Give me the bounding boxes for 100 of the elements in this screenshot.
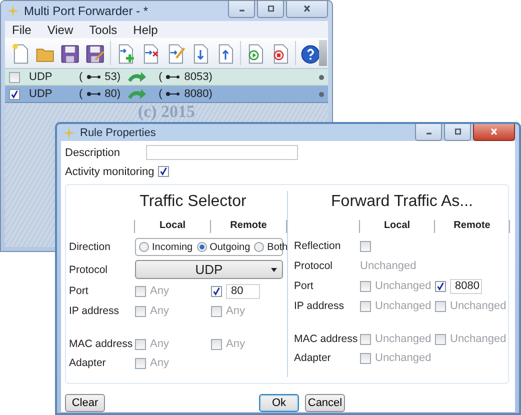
option-label: Any <box>150 305 169 317</box>
checkbox[interactable] <box>435 280 446 292</box>
checkbox[interactable] <box>135 358 146 368</box>
checkbox[interactable] <box>211 306 222 316</box>
checkbox[interactable] <box>435 334 446 344</box>
checkbox[interactable] <box>360 280 371 292</box>
rule-row[interactable]: UDP ( 80) ( 8080) <box>5 86 328 103</box>
option-label: Unchanged <box>375 300 432 312</box>
option-label: Unchanged <box>450 333 506 345</box>
menu-item[interactable]: Help <box>133 22 158 36</box>
dialog-button[interactable]: Ok <box>259 394 299 412</box>
port-field[interactable]: 8080 <box>450 278 482 294</box>
protocol-label: UDP <box>29 88 54 100</box>
row-label: Reflection <box>294 239 342 254</box>
section-title: Forward Traffic As... <box>330 192 474 212</box>
menu-item[interactable]: Tools <box>89 22 118 36</box>
forward-arrow-icon <box>126 88 147 100</box>
paren-text: ( <box>158 88 162 100</box>
row-label: Adapter <box>69 356 107 371</box>
dialog-title: Rule Properties <box>80 126 157 138</box>
checkbox[interactable] <box>360 300 371 312</box>
column-header: Local <box>134 220 211 232</box>
description-field[interactable] <box>146 145 298 160</box>
radio-option[interactable]: Incoming <box>139 242 193 252</box>
checkbox[interactable] <box>211 338 222 350</box>
status-dot <box>319 92 324 96</box>
row-label: Protocol <box>294 259 334 274</box>
maximize-button[interactable] <box>257 1 284 18</box>
rule-checkbox[interactable] <box>9 88 20 100</box>
new-document-icon[interactable] <box>10 42 31 64</box>
checkbox[interactable] <box>158 166 170 177</box>
status-dot <box>319 74 324 80</box>
checkbox[interactable] <box>135 286 146 296</box>
section-title: Traffic Selector <box>138 192 248 212</box>
option-label: Any <box>226 305 245 317</box>
port-label: 53) <box>104 71 121 83</box>
checkbox[interactable] <box>360 240 371 252</box>
close-icon <box>302 5 312 13</box>
close-button[interactable] <box>286 1 328 18</box>
option-label: Any <box>150 357 169 369</box>
option-label: Any <box>226 338 245 350</box>
paren-text: ( <box>79 88 83 100</box>
window-title: Multi Port Forwarder - * <box>24 4 150 18</box>
port-label: 80) <box>104 88 121 100</box>
protocol-label: UDP <box>29 71 54 83</box>
maximize-icon <box>452 128 462 136</box>
row-label: IP address <box>69 304 120 319</box>
connector-icon <box>166 91 180 97</box>
option-label: Unchanged <box>375 333 432 345</box>
radio-option[interactable]: Both <box>254 242 288 252</box>
paren-text: ( <box>158 71 162 83</box>
row-label: IP address <box>294 299 346 314</box>
field-label: Description <box>65 146 122 158</box>
checkbox[interactable] <box>135 306 146 316</box>
maximize-icon <box>266 5 276 13</box>
connector-icon <box>86 74 101 80</box>
connector-icon <box>166 74 180 80</box>
row-label: Protocol <box>69 262 109 278</box>
checkbox[interactable] <box>360 334 371 344</box>
copyright-text: (c) 2015 <box>136 103 196 121</box>
maximize-button[interactable] <box>444 124 471 141</box>
row-label: Port <box>294 279 314 294</box>
rule-checkbox[interactable] <box>9 72 20 82</box>
row-label: Direction <box>69 240 112 255</box>
checkbox[interactable] <box>211 286 222 296</box>
option-label: Any <box>150 338 169 350</box>
option-label: Unchanged <box>375 280 432 292</box>
menu-item[interactable]: View <box>47 22 74 36</box>
dialog-button[interactable]: Clear <box>65 394 105 412</box>
minimize-button[interactable] <box>415 124 442 141</box>
column-header: Local <box>359 220 435 232</box>
toolbar-grip[interactable] <box>319 40 327 66</box>
row-label: MAC address <box>294 332 359 347</box>
rule-row[interactable]: UDP ( 53) ( 8053) <box>5 69 328 86</box>
option-label: Unchanged <box>450 300 506 312</box>
row-label: Adapter <box>294 351 332 366</box>
paren-text: ( <box>79 71 83 83</box>
caret-icon <box>271 268 277 272</box>
sparkle-icon <box>7 5 19 17</box>
checkbox[interactable] <box>360 352 371 364</box>
column-header: Remote <box>210 220 287 232</box>
close-button[interactable] <box>473 124 515 141</box>
minimize-button[interactable] <box>228 1 255 18</box>
option-label: Unchanged <box>375 352 432 364</box>
port-field[interactable]: 80 <box>226 284 260 298</box>
connector-icon <box>86 91 101 97</box>
column-header: Remote <box>434 220 510 232</box>
menu-item[interactable]: File <box>12 22 32 36</box>
radio-option[interactable]: Outgoing <box>196 242 250 252</box>
checkbox[interactable] <box>135 338 146 350</box>
row-label: Port <box>69 284 90 299</box>
port-label: 8080) <box>184 88 212 100</box>
checkbox[interactable] <box>435 300 446 312</box>
row-label: MAC address <box>69 337 134 352</box>
dialog-button[interactable]: Cancel <box>305 394 345 412</box>
forward-arrow-icon <box>126 71 147 83</box>
port-label: 8053) <box>184 71 212 83</box>
sparkle-icon <box>63 126 75 138</box>
protocol-dropdown[interactable]: UDP <box>135 260 283 279</box>
protocol-value: Unchanged <box>360 260 418 272</box>
